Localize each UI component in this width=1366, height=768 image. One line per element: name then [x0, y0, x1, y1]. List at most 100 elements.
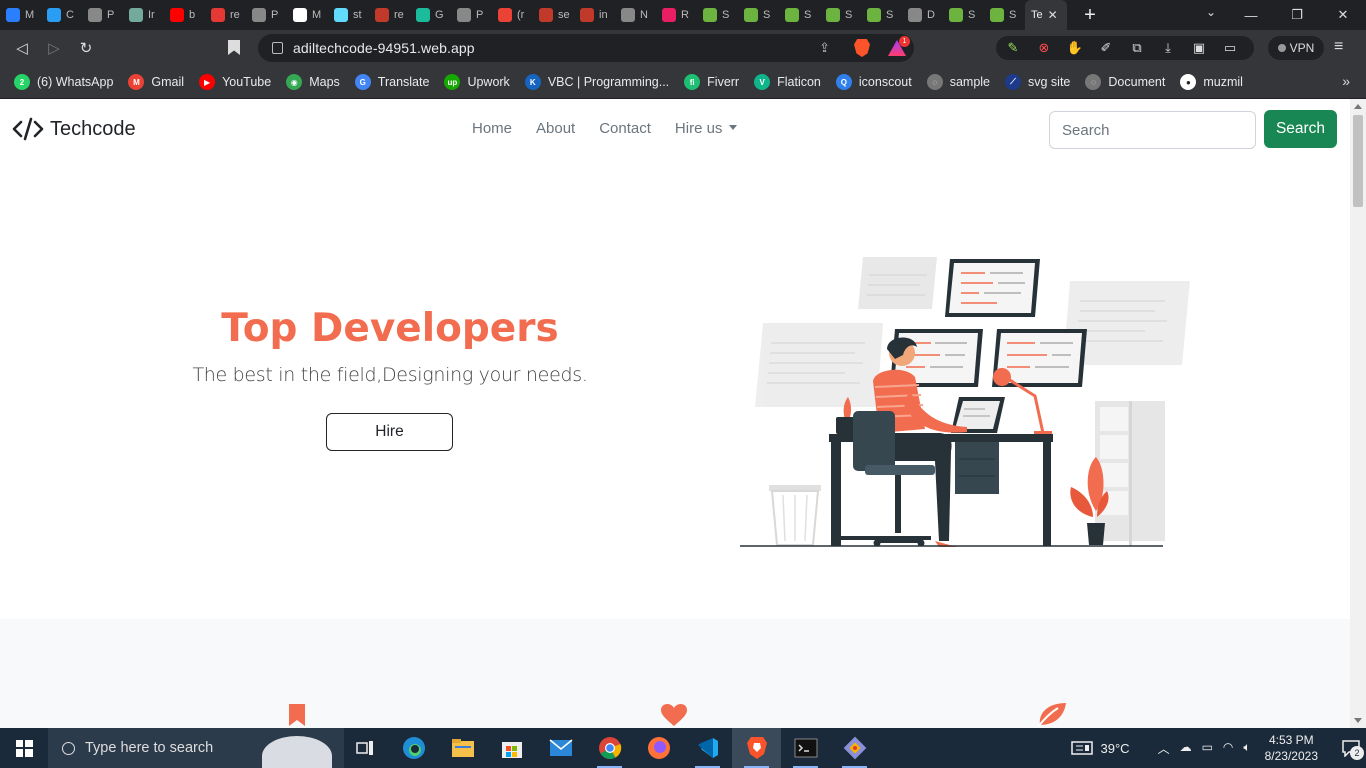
browser-tab[interactable]: M: [0, 0, 41, 30]
nav-contact-link[interactable]: Contact: [591, 120, 651, 137]
browser-tab[interactable]: S: [984, 0, 1025, 30]
more-bookmarks-icon[interactable]: »: [1342, 73, 1350, 89]
browser-tab[interactable]: C: [41, 0, 82, 30]
browser-tab[interactable]: Ir: [123, 0, 164, 30]
downloads-icon[interactable]: ⤓: [1159, 39, 1177, 57]
tab-title: S: [968, 9, 976, 21]
browser-tab[interactable]: G: [410, 0, 451, 30]
scroll-up-icon[interactable]: [1354, 104, 1362, 109]
brave-taskbar-icon[interactable]: [732, 728, 781, 768]
bookmark-item[interactable]: up Upwork: [444, 74, 510, 90]
back-icon[interactable]: ◁: [6, 32, 38, 64]
vscode-icon[interactable]: [683, 728, 732, 768]
browser-tab[interactable]: S: [861, 0, 902, 30]
brave-shields-icon[interactable]: [854, 39, 870, 57]
bookmark-favicon-icon: K: [524, 74, 541, 90]
brand[interactable]: Techcode: [12, 116, 136, 142]
bookmark-item[interactable]: ◌ sample: [926, 74, 990, 90]
browser-tab[interactable]: P: [246, 0, 287, 30]
bookmark-item[interactable]: ⟋ svg site: [1005, 74, 1070, 90]
url-text[interactable]: adiltechcode-94951.web.app: [293, 40, 475, 56]
browser-tab[interactable]: S: [697, 0, 738, 30]
browser-tab[interactable]: b: [164, 0, 205, 30]
reload-icon[interactable]: ↻: [70, 32, 102, 64]
site-search-button[interactable]: Search: [1264, 110, 1337, 148]
extension-puzzle-green-icon[interactable]: ✎: [1004, 39, 1022, 57]
vpn-button[interactable]: VPN: [1268, 36, 1324, 60]
bookmark-item[interactable]: K VBC | Programming...: [524, 74, 669, 90]
browser-tab[interactable]: D: [902, 0, 943, 30]
site-search-input[interactable]: [1049, 111, 1256, 149]
share-icon[interactable]: ⇪: [819, 40, 830, 56]
bookmark-item[interactable]: ▶ YouTube: [199, 74, 271, 90]
close-tab-icon[interactable]: ✕: [1048, 8, 1058, 22]
address-bar[interactable]: adiltechcode-94951.web.app ⇪ 1: [258, 34, 914, 62]
browser-tab[interactable]: S: [820, 0, 861, 30]
browser-tab[interactable]: (r: [492, 0, 533, 30]
browser-tab[interactable]: in: [574, 0, 615, 30]
browser-tab[interactable]: S: [943, 0, 984, 30]
browser-tab[interactable]: re: [205, 0, 246, 30]
bookmark-item[interactable]: ● muzmil: [1180, 74, 1243, 90]
nav-about-link[interactable]: About: [528, 120, 575, 137]
clock[interactable]: 4:53 PM 8/23/2023: [1265, 732, 1318, 764]
wallet-icon[interactable]: ▭: [1221, 39, 1239, 57]
bookmark-item[interactable]: ◉ Maps: [286, 74, 340, 90]
browser-tab[interactable]: N: [615, 0, 656, 30]
battery-icon[interactable]: ▭: [1202, 740, 1213, 757]
nav-home-link[interactable]: Home: [464, 120, 512, 137]
tab-search-chevron-icon[interactable]: ⌄: [1206, 5, 1216, 19]
extension-eyedropper-icon[interactable]: ✐: [1097, 39, 1115, 57]
bookmark-item[interactable]: ◌ Document: [1085, 74, 1165, 90]
show-hidden-icons-icon[interactable]: ︿: [1158, 740, 1170, 757]
git-gui-icon[interactable]: [830, 728, 879, 768]
chrome-icon[interactable]: [585, 728, 634, 768]
nav-hire-dropdown[interactable]: Hire us: [667, 120, 738, 137]
bookmark-item[interactable]: fi Fiverr: [684, 74, 739, 90]
hire-button[interactable]: Hire: [326, 413, 453, 451]
microsoft-store-icon[interactable]: [487, 728, 536, 768]
mail-icon[interactable]: [536, 728, 585, 768]
bookmark-item[interactable]: 2 (6) WhatsApp: [14, 74, 113, 90]
search-highlight-image[interactable]: [262, 736, 332, 768]
bookmark-item[interactable]: M Gmail: [128, 74, 184, 90]
firefox-icon[interactable]: [634, 728, 683, 768]
scroll-down-icon[interactable]: [1354, 718, 1362, 723]
weather-widget[interactable]: 39°C: [1070, 740, 1130, 756]
browser-tab[interactable]: st: [328, 0, 369, 30]
forward-icon[interactable]: ▷: [38, 32, 70, 64]
task-view-icon[interactable]: [340, 728, 389, 768]
active-tab[interactable]: Te ✕: [1025, 0, 1067, 30]
bookmark-item[interactable]: Qiconscout: [835, 74, 912, 90]
browser-tab[interactable]: M: [287, 0, 328, 30]
browser-tab[interactable]: S: [738, 0, 779, 30]
start-button[interactable]: [0, 728, 48, 768]
extension-block-icon[interactable]: ⊗: [1035, 39, 1053, 57]
browser-tab[interactable]: S: [779, 0, 820, 30]
browser-menu-icon[interactable]: ≡: [1334, 38, 1343, 56]
browser-tab[interactable]: P: [82, 0, 123, 30]
minimize-icon[interactable]: —: [1228, 0, 1274, 30]
restore-icon[interactable]: ❐: [1274, 0, 1320, 30]
edge-icon[interactable]: [389, 728, 438, 768]
new-tab-button[interactable]: +: [1075, 4, 1105, 27]
file-explorer-icon[interactable]: [438, 728, 487, 768]
page-scrollbar[interactable]: [1350, 99, 1366, 728]
extension-hand-icon[interactable]: ✋: [1066, 39, 1084, 57]
browser-tab[interactable]: R: [656, 0, 697, 30]
lock-icon[interactable]: [272, 42, 283, 54]
browser-tab[interactable]: P: [451, 0, 492, 30]
extensions-puzzle-icon[interactable]: ⧉: [1128, 39, 1146, 57]
volume-icon[interactable]: 🔈︎: [1243, 740, 1250, 757]
bookmark-item[interactable]: G Translate: [354, 74, 429, 90]
sidebar-icon[interactable]: ▣: [1190, 39, 1208, 57]
bookmark-item[interactable]: V Flaticon: [754, 74, 821, 90]
browser-tab[interactable]: se: [533, 0, 574, 30]
browser-tab[interactable]: re: [369, 0, 410, 30]
scrollbar-thumb[interactable]: [1353, 115, 1363, 207]
wifi-icon[interactable]: ◠: [1223, 740, 1233, 757]
close-window-icon[interactable]: ✕: [1320, 0, 1366, 30]
terminal-icon[interactable]: [781, 728, 830, 768]
notification-center-icon[interactable]: 2: [1336, 728, 1366, 768]
onedrive-icon[interactable]: ☁: [1180, 740, 1192, 757]
